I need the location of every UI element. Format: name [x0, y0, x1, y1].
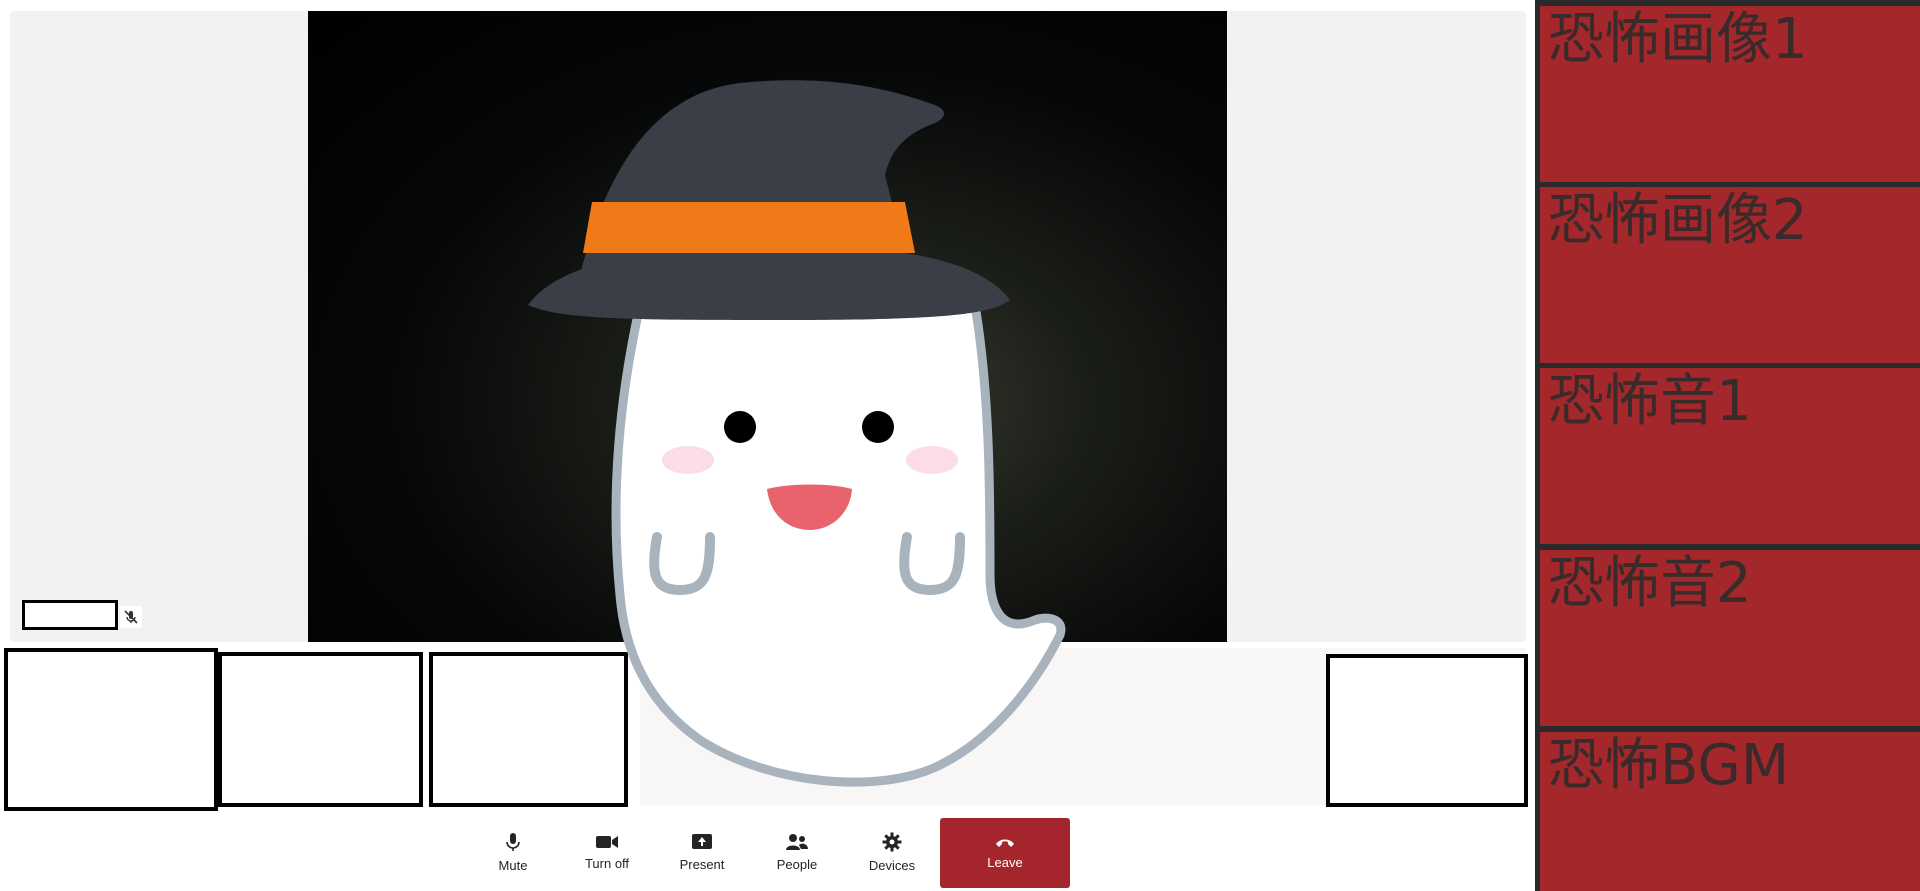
scare-button-image-1[interactable]: 恐怖画像1: [1540, 6, 1920, 182]
participant-tile[interactable]: [4, 648, 218, 811]
scare-button-label: 恐怖画像1: [1548, 7, 1808, 72]
camera-icon: [596, 836, 618, 848]
devices-label: Devices: [868, 858, 916, 873]
scare-button-label: 恐怖音1: [1548, 369, 1752, 434]
mic-off-icon: [120, 606, 142, 628]
present-button[interactable]: Present: [657, 814, 747, 891]
mute-button[interactable]: Mute: [468, 814, 558, 891]
scare-button-sound-1[interactable]: 恐怖音1: [1540, 368, 1920, 544]
scare-panel: 恐怖画像1 恐怖画像2 恐怖音1 恐怖音2 恐怖BGM: [1535, 0, 1920, 891]
people-icon: [786, 834, 808, 850]
scare-button-sound-2[interactable]: 恐怖音2: [1540, 550, 1920, 726]
hangup-icon: [996, 839, 1014, 847]
leave-label: Leave: [987, 854, 1023, 870]
scare-button-label: 恐怖画像2: [1548, 188, 1808, 253]
call-toolbar: Mute Turn off Present People Devices Lea…: [0, 814, 1535, 891]
scare-button-image-2[interactable]: 恐怖画像2: [1540, 187, 1920, 363]
people-label: People: [776, 857, 818, 872]
devices-button[interactable]: Devices: [847, 814, 937, 891]
participant-tile[interactable]: [218, 652, 423, 807]
participant-tile[interactable]: [1326, 654, 1528, 807]
camera-label: Turn off: [584, 856, 630, 871]
camera-toggle-button[interactable]: Turn off: [562, 814, 652, 891]
people-button[interactable]: People: [752, 814, 842, 891]
leave-button[interactable]: Leave: [940, 818, 1070, 888]
ghost-image: [528, 80, 1066, 787]
mic-icon: [506, 833, 520, 851]
mute-label: Mute: [498, 858, 528, 873]
present-label: Present: [679, 857, 725, 872]
participant-name-tag: [22, 600, 118, 630]
scare-button-label: 恐怖音2: [1548, 551, 1752, 616]
scare-button-label: 恐怖BGM: [1548, 733, 1790, 798]
gear-icon: [882, 832, 902, 852]
scare-button-bgm[interactable]: 恐怖BGM: [1540, 732, 1920, 891]
present-icon: [692, 834, 712, 849]
